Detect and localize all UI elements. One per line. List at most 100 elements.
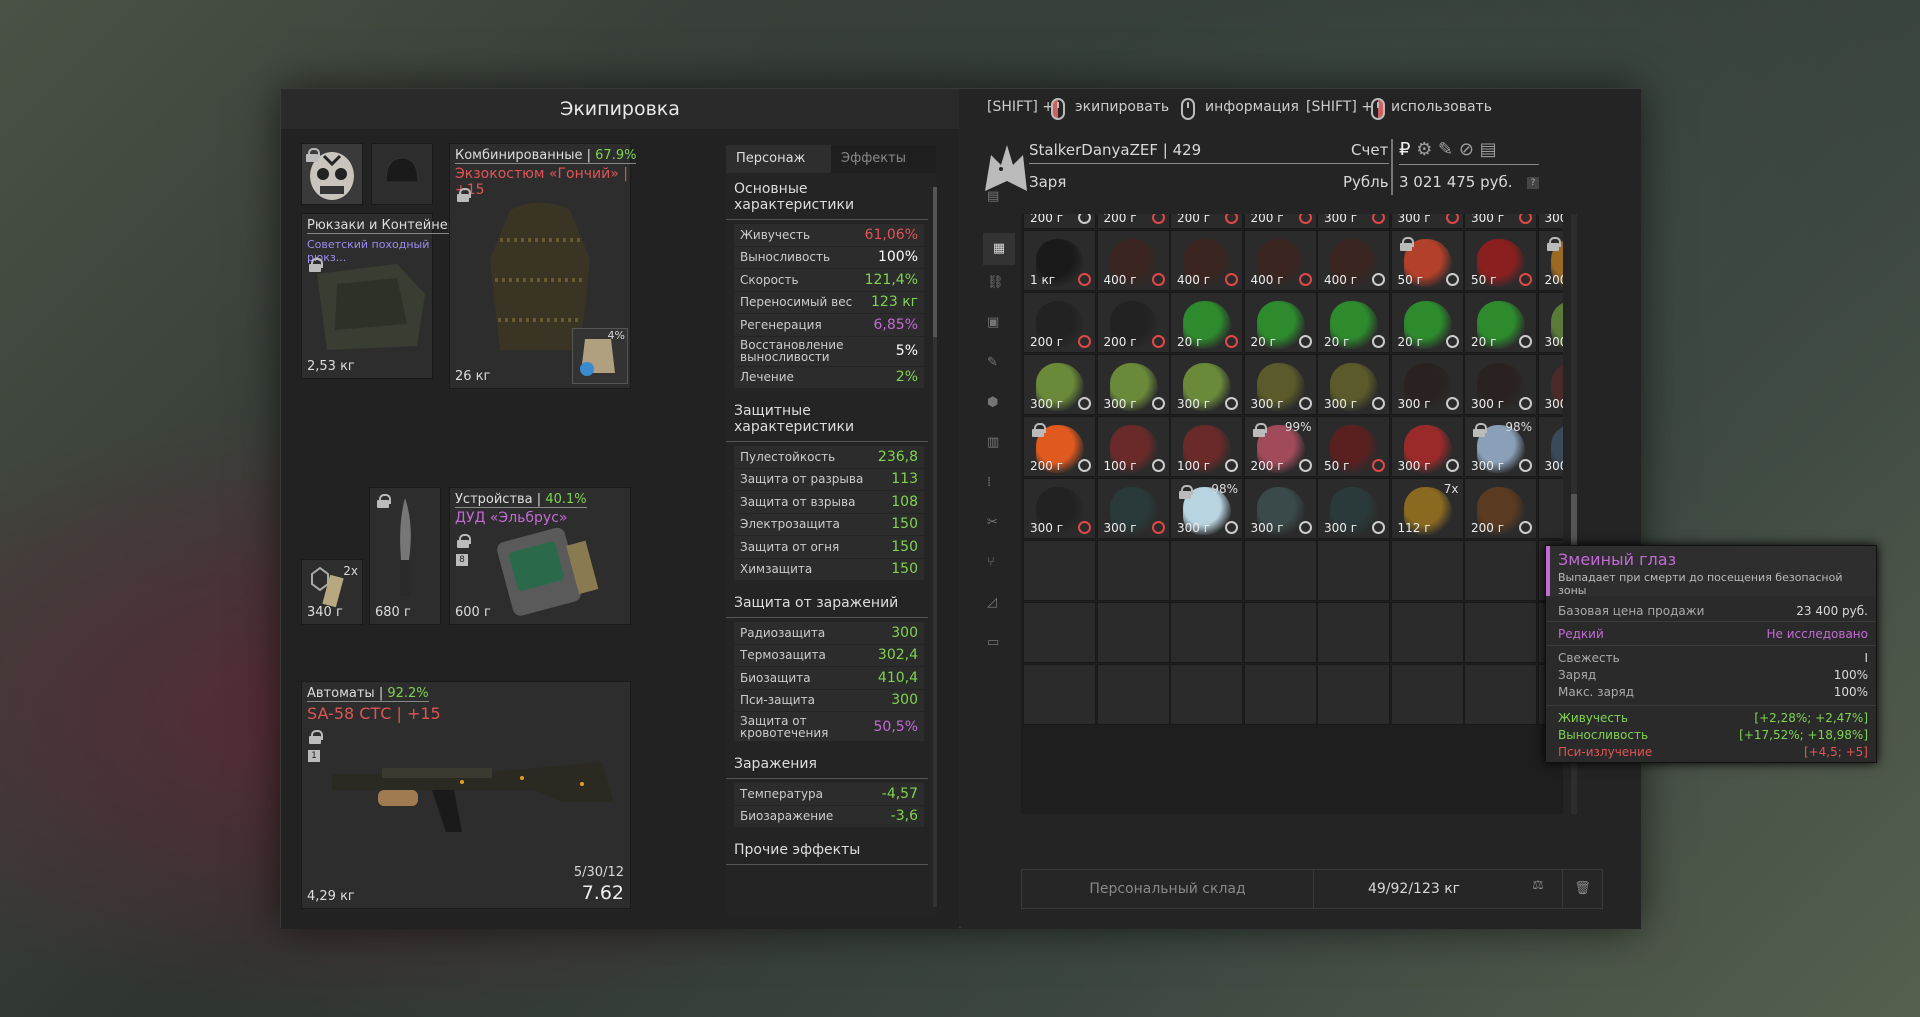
inventory-cell[interactable] — [1096, 602, 1170, 663]
device-category-icon[interactable]: ▥ — [987, 435, 1011, 459]
inventory-cell[interactable] — [1023, 540, 1096, 601]
inventory-item[interactable]: 20 г — [1243, 292, 1317, 353]
link-icon[interactable]: ⛓ — [987, 275, 1011, 299]
inventory-item[interactable]: 300 г — [1096, 354, 1170, 415]
inventory-cell[interactable] — [1464, 540, 1537, 601]
tab-effects[interactable]: Эффекты — [831, 145, 936, 173]
inventory-item[interactable]: 300 г — [1317, 478, 1390, 539]
inventory-item[interactable]: 100 г — [1170, 416, 1243, 477]
inventory-item[interactable]: 300 г — [1096, 478, 1170, 539]
inventory-item[interactable]: 300 г 98% — [1464, 416, 1537, 477]
inventory-item[interactable]: 50 г — [1464, 230, 1537, 291]
inventory-item[interactable]: 300 г — [1390, 214, 1464, 229]
inventory-cell[interactable] — [1243, 602, 1317, 663]
inventory-item[interactable]: 100 г — [1096, 416, 1170, 477]
misc-category-icon[interactable]: ◿ — [987, 595, 1011, 619]
inventory-item[interactable]: 200 г — [1023, 416, 1096, 477]
inventory-item[interactable]: 300 г — [1464, 214, 1537, 229]
inventory-item[interactable]: 200 г — [1023, 214, 1096, 229]
inventory-cell[interactable] — [1464, 602, 1537, 663]
inventory-item[interactable]: 300 г — [1023, 354, 1096, 415]
inventory-item[interactable]: 200 г — [1464, 478, 1537, 539]
inventory-item[interactable]: 300 г — [1537, 354, 1563, 415]
inventory-item[interactable]: 20 г — [1317, 292, 1390, 353]
container-category-icon[interactable]: ▭ — [987, 635, 1011, 659]
backpack-slot[interactable]: Рюкзаки и Контейнеры Советский походный … — [301, 213, 467, 379]
inventory-cell[interactable] — [1096, 540, 1170, 601]
inventory-cell[interactable] — [1464, 664, 1537, 725]
maxcharge-row: Макс. заряд 100% — [1546, 684, 1876, 701]
inventory-cell[interactable] — [1317, 664, 1390, 725]
inventory-item[interactable]: 200 г — [1096, 292, 1170, 353]
grid-all-icon[interactable]: ▦ — [983, 233, 1015, 265]
inventory-item[interactable]: 200 г — [1243, 214, 1317, 229]
armor-slot[interactable]: Комбинированные | 67.9% Экзокостюм «Гонч… — [449, 143, 637, 389]
inventory-cell[interactable] — [1317, 540, 1390, 601]
inventory-item[interactable]: 50 г — [1390, 230, 1464, 291]
inventory-item[interactable]: 200 г — [1023, 292, 1096, 353]
inventory-item[interactable]: 1 кг — [1023, 230, 1096, 291]
inventory-item[interactable]: 300 г — [1537, 416, 1563, 477]
inventory-cell[interactable] — [1170, 664, 1243, 725]
food-category-icon[interactable]: ⑂ — [987, 555, 1011, 579]
consumable-slot[interactable]: 2x 340 г — [301, 559, 363, 625]
inventory-item[interactable]: 200 г99% — [1243, 416, 1317, 477]
inventory-item[interactable]: 200 г99% — [1537, 230, 1563, 291]
inventory-cell[interactable] — [1096, 664, 1170, 725]
armor-category-icon[interactable]: ▣ — [987, 315, 1011, 339]
inventory-item[interactable]: 300 г — [1170, 354, 1243, 415]
artifact-category-icon[interactable]: ⬢ — [987, 395, 1011, 419]
inventory-cell[interactable] — [1170, 602, 1243, 663]
knife-slot[interactable]: 680 г — [369, 487, 441, 625]
inventory-cell[interactable] — [1170, 540, 1243, 601]
stats-scroll-thumb[interactable] — [933, 187, 937, 337]
inventory-item[interactable]: 200 г — [1170, 214, 1243, 229]
inventory-item[interactable]: 20 г — [1170, 292, 1243, 353]
inventory-cell[interactable] — [1390, 664, 1464, 725]
inventory-item[interactable]: 300 г — [1023, 478, 1096, 539]
inventory-item[interactable]: 300 г — [1243, 354, 1317, 415]
inventory-item[interactable]: 400 г — [1170, 230, 1243, 291]
knife-category-icon[interactable]: ✎ — [987, 355, 1011, 379]
inventory-cell[interactable] — [1390, 602, 1464, 663]
personal-storage-button[interactable]: Персональный склад — [1022, 870, 1314, 908]
inventory-cell[interactable] — [1023, 664, 1096, 725]
inventory-item[interactable]: 200 г — [1096, 214, 1170, 229]
inventory-item[interactable]: 400 г — [1243, 230, 1317, 291]
inventory-item[interactable]: 300 г — [1390, 416, 1464, 477]
inventory-cell[interactable] — [1317, 602, 1390, 663]
inventory-item[interactable]: 50 г — [1317, 416, 1390, 477]
help-button[interactable]: ? — [1527, 177, 1539, 189]
armor-plate-slot[interactable]: 4% — [572, 328, 628, 384]
inventory-item[interactable]: 300 г — [1243, 478, 1317, 539]
inventory-item[interactable]: 300 г — [1464, 354, 1537, 415]
inventory-item[interactable]: 112 г 7x — [1390, 478, 1464, 539]
helmet-slot[interactable] — [371, 143, 433, 205]
stat-value: 236,8 — [877, 448, 918, 465]
inventory-item[interactable]: 20 г — [1390, 292, 1464, 353]
mask-slot[interactable] — [301, 143, 363, 205]
inventory-item[interactable]: 300 г — [1537, 292, 1563, 353]
sort-icon[interactable]: ▤ — [987, 189, 1011, 213]
item-weight: 200 г — [1250, 459, 1284, 473]
inventory-item[interactable]: 400 г — [1317, 230, 1390, 291]
inventory-item[interactable]: 300 г — [1317, 214, 1390, 229]
inventory-item[interactable]: 300 г — [1317, 354, 1390, 415]
inventory-item[interactable]: 300 г — [1390, 354, 1464, 415]
inventory-item[interactable]: 300 г 98% — [1170, 478, 1243, 539]
inventory-cell[interactable] — [1243, 664, 1317, 725]
tools-category-icon[interactable]: ✂ — [987, 515, 1011, 539]
device-slot[interactable]: Устройства | 40.1% ДУД «Эльбрус» 8 600 г — [449, 487, 631, 625]
inventory-item[interactable]: 400 г — [1096, 230, 1170, 291]
weapon-slot[interactable]: Автоматы | 92.2% SA-58 СТС | +15 1 5/30/… — [301, 681, 631, 909]
trash-icon[interactable]: 🗑 — [1562, 870, 1602, 908]
tab-character[interactable]: Персонаж — [726, 145, 831, 173]
inventory-item[interactable]: 20 г — [1464, 292, 1537, 353]
ammo-category-icon[interactable]: ⁞ — [987, 475, 1011, 499]
inventory-cell[interactable] — [1537, 478, 1563, 539]
inventory-item[interactable]: 300 г — [1537, 214, 1563, 229]
inventory-cell[interactable] — [1390, 540, 1464, 601]
inventory-cell[interactable] — [1243, 540, 1317, 601]
inventory-cell[interactable] — [1023, 602, 1096, 663]
currency-icons[interactable]: ₽ ⚙ ✎ ⊘ ▤ — [1399, 139, 1539, 165]
